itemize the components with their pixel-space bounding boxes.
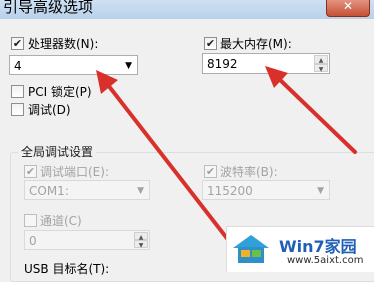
house-logo-icon (233, 235, 269, 263)
watermark-url: www.5aixt.com (287, 255, 364, 266)
watermark-title: Win7家园 (279, 237, 357, 256)
watermark: Win7家园 www.5aixt.com (226, 226, 374, 272)
annotation-arrow-right (275, 75, 357, 154)
